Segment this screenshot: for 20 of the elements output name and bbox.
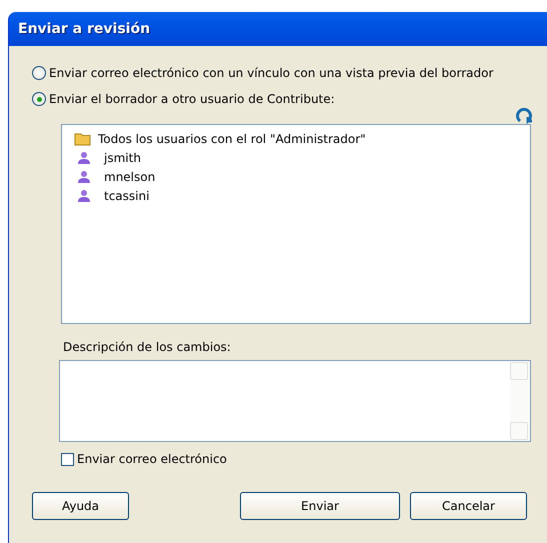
tree-item[interactable]: tcassini bbox=[104, 188, 150, 202]
user-icon bbox=[78, 170, 90, 184]
dialog-button[interactable]: Ayuda bbox=[32, 492, 129, 520]
scrollbar[interactable] bbox=[510, 362, 529, 440]
user-icon bbox=[78, 150, 90, 164]
radio-option[interactable]: Enviar correo electrónico con un vínculo con una vista previa del borrador bbox=[32, 60, 547, 86]
dialog-button[interactable]: Enviar bbox=[240, 492, 400, 520]
user-icon bbox=[78, 188, 90, 202]
tree-item[interactable]: Todos los usuarios con el rol "Administrador" bbox=[98, 132, 366, 146]
radio-option[interactable]: Enviar el borrador a otro usuario de Contribute: bbox=[32, 86, 547, 112]
description-label: Descripción de los cambios: bbox=[63, 340, 232, 354]
tree-item[interactable]: jsmith bbox=[104, 150, 141, 164]
description-field[interactable] bbox=[59, 360, 531, 442]
tree-item[interactable]: mnelson bbox=[104, 170, 156, 184]
email-checkbox[interactable]: Enviar correo electrónico bbox=[61, 452, 547, 466]
recipient-list[interactable]: Todos los usuarios con el rol "Administrador" jsmith mnelson tcassini bbox=[61, 124, 531, 324]
refresh-icon[interactable] bbox=[515, 106, 533, 124]
window-title: Enviar a revisión bbox=[18, 21, 150, 37]
folder-icon bbox=[74, 131, 92, 146]
dialog-button[interactable]: Cancelar bbox=[410, 492, 527, 520]
